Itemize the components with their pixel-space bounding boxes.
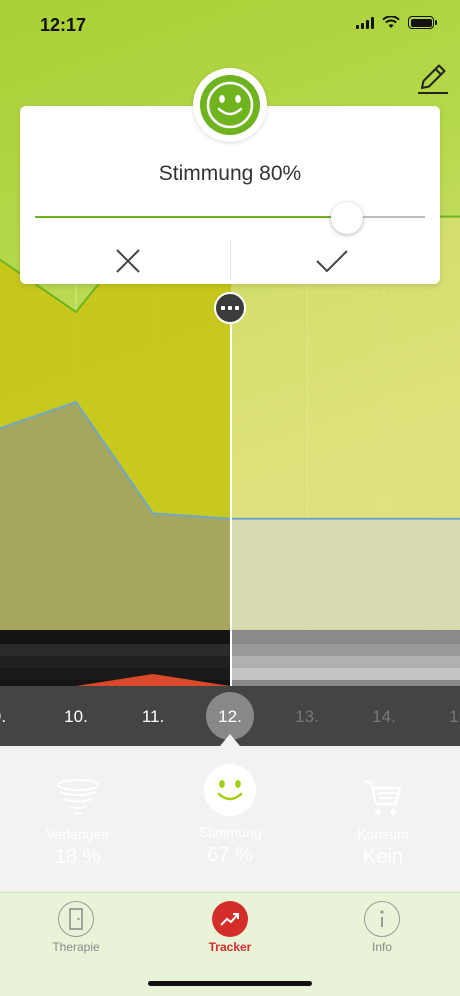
door-icon [58,901,94,937]
mood-icon-badge [193,68,267,142]
consumption-band [0,644,231,656]
selection-handle[interactable] [214,292,246,324]
mood-slider-track[interactable] [35,216,425,218]
popup-divider [230,240,231,280]
smiley-icon [204,764,256,816]
mood-slider-thumb[interactable] [331,202,363,234]
check-icon [316,250,348,273]
edit-button[interactable] [414,58,450,98]
card-label: Verlangen [45,826,110,842]
tab-label: Therapie [52,940,100,954]
confirm-button[interactable] [272,244,392,278]
date-label[interactable]: 9. [0,707,24,727]
wifi-icon [382,16,400,28]
tab-tracker[interactable]: Tracker [180,901,280,954]
card-konsum[interactable]: Konsum Kein [308,762,458,878]
date-label[interactable]: 12. [205,707,255,727]
date-label[interactable]: 15. [436,707,460,727]
signal-icon [356,16,374,29]
home-indicator [148,981,312,986]
tab-label: Tracker [208,940,252,954]
summary-cards: Verlangen 18 % Stimmung 67 % Konsum Kein [0,746,460,892]
date-pointer [220,734,240,746]
card-verlangen[interactable]: Verlangen 18 % [3,762,152,878]
date-label[interactable]: 11. [128,707,178,727]
date-label[interactable]: 13. [282,707,332,727]
info-icon [364,901,400,937]
consumption-band [231,644,460,656]
trend-icon [212,901,248,937]
close-icon [116,249,140,273]
consumption-band [0,656,231,668]
cart-icon [364,780,402,815]
date-label[interactable]: 10. [51,707,101,727]
card-value: 18 % [54,846,101,868]
status-bar: 12:17 [0,0,460,50]
consumption-band [0,668,231,680]
card-label: Konsum [357,826,409,842]
card-label: Stimmung [198,824,262,840]
tornado-icon [57,779,99,815]
consumption-band [231,656,460,668]
status-time: 12:17 [40,15,87,35]
card-value: Kein [362,846,404,868]
consumption-band [231,668,460,680]
popup-title: Stimmung 80% [158,162,302,185]
battery-icon [408,16,437,29]
cancel-button[interactable] [68,244,188,278]
smiley-icon [200,75,260,135]
tab-label: Info [371,940,392,954]
pencil-icon [418,64,448,94]
date-label[interactable]: 14. [359,707,409,727]
mood-slider-fill [35,216,347,218]
card-value: 67 % [207,844,253,866]
status-icons [356,16,437,29]
tab-therapie[interactable]: Therapie [26,901,126,954]
card-stimmung[interactable]: Stimmung 67 % [155,752,305,878]
tab-info[interactable]: Info [332,901,432,954]
